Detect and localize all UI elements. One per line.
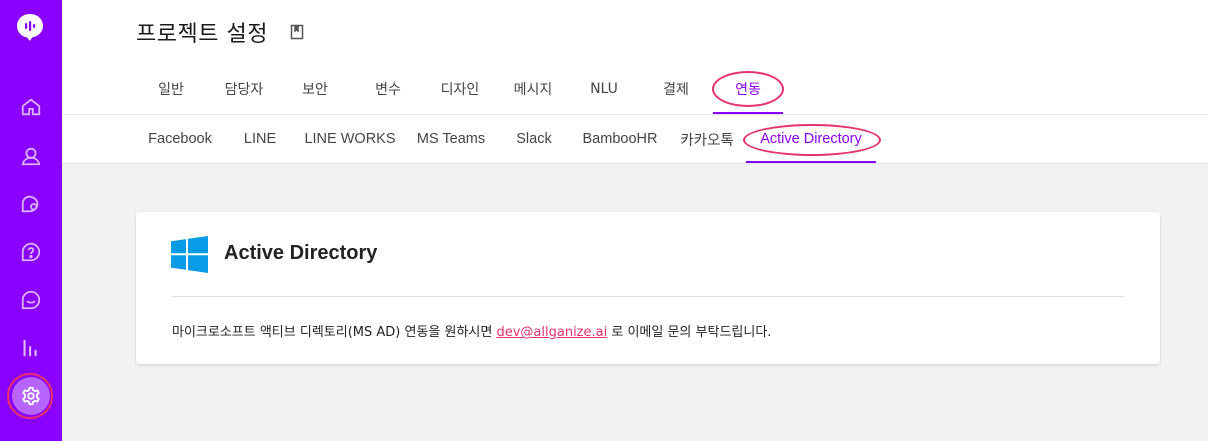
contact-email-link[interactable]: dev@allganize.ai bbox=[496, 325, 607, 340]
subtab-facebook[interactable]: Facebook bbox=[142, 115, 218, 163]
card-divider bbox=[172, 296, 1124, 297]
user-icon bbox=[21, 147, 41, 166]
tab-integrations[interactable]: 연동 bbox=[713, 66, 783, 114]
page-title: 프로젝트 설정 bbox=[136, 22, 268, 47]
nav-chat[interactable] bbox=[12, 281, 50, 319]
help-icon bbox=[21, 242, 41, 262]
subtab-kakaotalk[interactable]: 카카오톡 bbox=[676, 115, 738, 163]
nav-settings[interactable] bbox=[12, 377, 50, 415]
nav-help[interactable] bbox=[12, 233, 50, 271]
subtab-line[interactable]: LINE bbox=[236, 115, 284, 163]
sidebar bbox=[0, 0, 62, 441]
tab-general[interactable]: 일반 bbox=[146, 66, 196, 112]
tab-managers[interactable]: 담당자 bbox=[216, 66, 272, 112]
conversation-icon bbox=[21, 195, 39, 213]
tab-design[interactable]: 디자인 bbox=[431, 66, 489, 112]
description-prefix: 마이크로소프트 액티브 디렉토리(MS AD) 연동을 원하시면 bbox=[172, 325, 497, 340]
nav-users[interactable] bbox=[12, 137, 50, 175]
gear-icon bbox=[22, 386, 40, 406]
tab-nlu[interactable]: NLU bbox=[578, 66, 630, 112]
subtab-ms-teams[interactable]: MS Teams bbox=[414, 115, 488, 163]
bookmark-icon[interactable] bbox=[290, 24, 304, 40]
windows-logo-icon bbox=[171, 236, 208, 273]
active-directory-card: Active Directory 마이크로소프트 액티브 디렉토리(MS AD)… bbox=[136, 212, 1160, 364]
nav-conversations[interactable] bbox=[12, 185, 50, 223]
tab-variables[interactable]: 변수 bbox=[362, 66, 414, 112]
bar-chart-icon bbox=[23, 339, 37, 357]
tab-security[interactable]: 보안 bbox=[290, 66, 340, 112]
subtab-line-works[interactable]: LINE WORKS bbox=[302, 115, 398, 163]
subtab-slack[interactable]: Slack bbox=[508, 115, 560, 163]
header-bottom-divider bbox=[62, 163, 1208, 164]
card-title: Active Directory bbox=[224, 242, 378, 264]
integration-sub-tabs: Facebook LINE LINE WORKS MS Teams Slack … bbox=[62, 115, 1208, 163]
nav-home[interactable] bbox=[12, 88, 50, 126]
tab-messages[interactable]: 메시지 bbox=[504, 66, 562, 112]
chat-icon bbox=[21, 290, 41, 310]
home-icon bbox=[21, 98, 41, 116]
chat-bubble-logo-icon[interactable] bbox=[15, 12, 45, 42]
tab-billing[interactable]: 결제 bbox=[650, 66, 702, 112]
header: 프로젝트 설정 일반 담당자 보안 변수 디자인 메시지 NLU 결제 연동 F… bbox=[62, 0, 1208, 164]
card-description: 마이크로소프트 액티브 디렉토리(MS AD) 연동을 원하시면 dev@all… bbox=[172, 321, 771, 340]
nav-analytics[interactable] bbox=[12, 329, 50, 367]
description-suffix: 로 이메일 문의 부탁드립니다. bbox=[607, 325, 772, 340]
subtab-bamboohr[interactable]: BambooHR bbox=[576, 115, 664, 163]
main-tabs: 일반 담당자 보안 변수 디자인 메시지 NLU 결제 연동 bbox=[62, 66, 1208, 114]
subtab-active-directory[interactable]: Active Directory bbox=[746, 115, 876, 163]
